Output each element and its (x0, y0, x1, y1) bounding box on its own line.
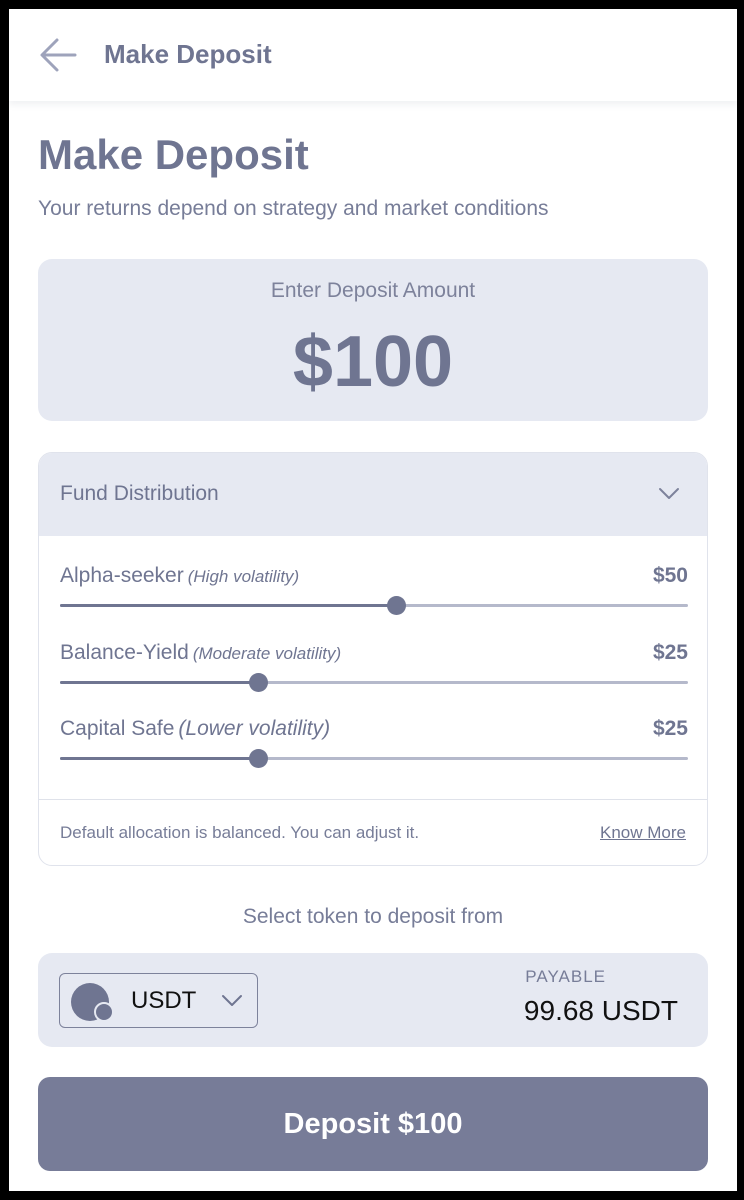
payable-value: 99.68 USDT (523, 995, 678, 1026)
allocation-name: Alpha-seeker (60, 564, 184, 587)
payable-label: PAYABLE (525, 967, 606, 986)
allocation-slider[interactable] (60, 673, 688, 692)
deposit-amount-label: Enter Deposit Amount (270, 279, 476, 302)
back-button[interactable] (37, 35, 81, 75)
token-coin-icon (71, 983, 114, 1022)
token-name: USDT (131, 987, 197, 1014)
slider-fill (60, 681, 258, 684)
allocation-slider[interactable] (60, 749, 688, 768)
allocation-value: $25 (652, 717, 688, 740)
chevron-down-icon (659, 488, 679, 499)
allocation-name: Balance-Yield (60, 641, 189, 664)
slider-thumb[interactable] (248, 749, 268, 768)
allocation-value: $50 (652, 564, 688, 587)
allocation-alpha-seeker: Alpha-seeker (High volatility) $50 (60, 564, 688, 624)
chevron-down-icon (222, 995, 242, 1006)
slider-thumb[interactable] (386, 596, 406, 615)
page-title: Make Deposit (38, 131, 309, 178)
allocation-note: (Moderate volatility) (192, 644, 342, 663)
fund-distribution-toggle[interactable]: Fund Distribution (39, 453, 707, 536)
app-bar: Make Deposit (9, 9, 737, 101)
allocation-name: Capital Safe (60, 717, 175, 740)
deposit-amount-card[interactable]: Enter Deposit Amount $100 (38, 259, 708, 421)
allocation-note: (Lower volatility) (178, 717, 331, 740)
slider-fill (60, 757, 258, 760)
allocation-value: $25 (652, 641, 688, 664)
appbar-title: Make Deposit (104, 39, 272, 69)
allocation-footnote: Default allocation is balanced. You can … (60, 823, 420, 842)
screen: Make Deposit Make Deposit Your returns d… (9, 9, 737, 1191)
allocation-note: (High volatility) (187, 567, 300, 586)
page-subtitle: Your returns depend on strategy and mark… (38, 197, 549, 220)
token-select[interactable]: USDT (59, 973, 258, 1028)
allocation-balance-yield: Balance-Yield (Moderate volatility) $25 (60, 641, 688, 701)
arrow-left-icon (40, 38, 77, 72)
deposit-button[interactable]: Deposit $100 (38, 1077, 708, 1171)
know-more-link[interactable]: Know More (600, 823, 686, 843)
slider-thumb[interactable] (248, 673, 268, 692)
fund-distribution-title: Fund Distribution (60, 482, 219, 505)
select-token-label: Select token to deposit from (242, 905, 504, 928)
token-card: USDT PAYABLE 99.68 USDT (38, 953, 708, 1047)
slider-fill (60, 604, 396, 607)
allocation-capital-safe: Capital Safe (Lower volatility) $25 (60, 717, 688, 777)
allocation-slider[interactable] (60, 596, 688, 615)
fund-distribution-card: Fund Distribution Alpha-seeker (High vola… (38, 452, 708, 866)
divider (39, 799, 707, 800)
deposit-amount-input[interactable]: $100 (38, 321, 708, 403)
